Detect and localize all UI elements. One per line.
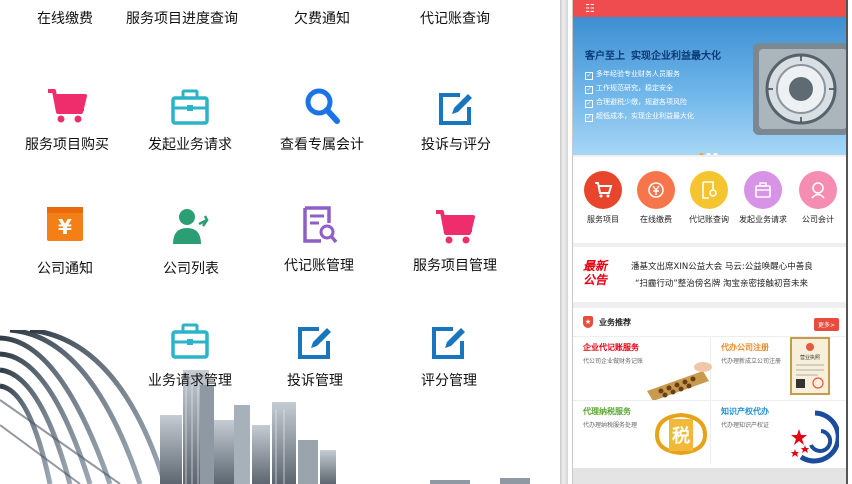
edit-icon — [439, 93, 472, 125]
service-manage-item[interactable]: 服务项目管理 — [390, 203, 520, 278]
service-manage-label: 服务项目管理 — [413, 258, 497, 274]
arrears-notice-item[interactable]: 欠费通知 — [257, 0, 387, 30]
banner-bullet: ✓ 合理避税少缴，规避各项风险 — [585, 98, 687, 108]
check-icon: ✓ — [585, 114, 593, 122]
company-list-label: 公司列表 — [163, 261, 219, 277]
start-request-item[interactable]: 发起业务请求 — [125, 86, 255, 156]
quick-link-accountant[interactable]: 公司会计 — [791, 171, 845, 225]
bookkeeping-manage-item[interactable]: 代记账管理 — [254, 203, 384, 278]
service-progress-item[interactable]: 服务项目进度查询 — [117, 0, 247, 30]
banner-slogan-2: 实现企业利益最大化 — [631, 51, 721, 62]
banner-bullets: ✓ 多年经验专业财务人员服务 ✓ 工作规范研究，稳定安全 ✓ 合理避税少缴，规避各项风… — [585, 67, 694, 123]
dashboard-panel: 在线缴费 服务项目进度查询 欠费通知 代记账查询 服务项目购买 发起业务请求 查… — [0, 0, 560, 484]
briefcase-icon — [171, 89, 209, 125]
business-card-registration[interactable]: 代办公司注册 代办理新成立公司注册 营业执照 — [711, 336, 846, 400]
view-accountant-label: 查看专属会计 — [280, 137, 364, 153]
banner-slogan: 客户至上 实现企业利益最大化 — [585, 47, 721, 62]
business-card-bookkeeping[interactable]: 企业代记账服务 代公司企业做财务记账 — [573, 336, 712, 401]
view-accountant-item[interactable]: 查看专属会计 — [257, 86, 387, 156]
business-license-image: 营业执照 — [790, 337, 830, 395]
service-purchase-label: 服务项目购买 — [25, 137, 109, 153]
arrears-notice-label: 欠费通知 — [294, 11, 350, 27]
quick-link-request[interactable]: 发起业务请求 — [736, 171, 790, 225]
more-button[interactable]: 更多> — [813, 318, 839, 331]
edit-icon — [432, 327, 465, 359]
news-item[interactable]: 潘基文出席XIN公益大会 马云:公益唤醒心中善良 — [631, 260, 813, 272]
medal-icon: ★ — [583, 316, 593, 328]
panel-divider — [560, 0, 568, 484]
yen-refresh-icon — [637, 171, 675, 209]
banner-bullet: ✓ 多年经验专业财务人员服务 — [585, 70, 680, 80]
menu-icon[interactable]: ☷ — [585, 3, 595, 14]
complaint-manage-item[interactable]: 投诉管理 — [250, 320, 380, 390]
business-recommend: ★ 业务推荐 更多> 企业代记账服务 代公司企业做财务记账 代办公司注册 代办理… — [573, 308, 846, 468]
company-notice-label: 公司通知 — [37, 261, 93, 277]
document-search-icon — [303, 206, 338, 244]
request-manage-item[interactable]: 业务请求管理 — [125, 320, 255, 390]
company-list-item[interactable]: 公司列表 — [126, 203, 256, 278]
complaint-rating-label: 投诉与评分 — [421, 137, 491, 153]
service-progress-label: 服务项目进度查询 — [126, 11, 238, 27]
user-share-icon — [173, 209, 209, 244]
promo-banner[interactable]: 客户至上 实现企业利益最大化 ✓ 多年经验专业财务人员服务 ✓ 工作规范研究，稳定安全… — [573, 17, 846, 155]
bookkeeping-manage-label: 代记账管理 — [284, 258, 354, 274]
quick-link-bookkeeping[interactable]: 代记账查询 — [682, 171, 736, 225]
license-title: 营业执照 — [800, 354, 820, 361]
quick-link-service[interactable]: 服务项目 — [576, 171, 630, 225]
request-manage-label: 业务请求管理 — [148, 373, 232, 389]
banner-bullet: ✓ 超低成本，实现企业利益最大化 — [585, 112, 694, 122]
banner-bullet: ✓ 工作规范研究，稳定安全 — [585, 84, 673, 94]
news-ticker: 最新 公告 潘基文出席XIN公益大会 马云:公益唤醒心中善良 “扫霾行动”整治傍… — [573, 247, 846, 302]
mobile-preview: ☷ 客户至上 实现企业利益最大化 ✓ 多年经验专业财务人员服务 ✓ 工作规范研究，稳定… — [572, 0, 848, 484]
complaint-rating-item[interactable]: 投诉与评分 — [391, 86, 521, 156]
search-icon — [305, 88, 340, 124]
banner-slogan-1: 客户至上 — [585, 51, 625, 62]
business-header: ★ 业务推荐 更多> — [573, 308, 846, 336]
start-request-label: 发起业务请求 — [148, 137, 232, 153]
quick-link-payment[interactable]: 在线缴费 — [629, 171, 683, 225]
document-search-icon — [690, 171, 728, 209]
edit-icon — [298, 327, 331, 359]
mobile-footer — [573, 468, 846, 484]
briefcase-icon — [171, 323, 209, 359]
mobile-top-bar: ☷ — [573, 0, 846, 17]
online-payment-label: 在线缴费 — [37, 11, 93, 27]
tax-emblem-char: 税 — [672, 425, 690, 447]
safe-dial-icon — [753, 43, 846, 135]
complaint-manage-label: 投诉管理 — [287, 373, 343, 389]
bookkeeping-query-item[interactable]: 代记账查询 — [390, 0, 520, 30]
cart-icon — [584, 171, 622, 209]
latest-notice-badge: 最新 公告 — [583, 259, 608, 287]
business-card-ip[interactable]: 知识产权代办 代办理知识产权证 — [711, 400, 846, 464]
money-box-icon: ¥ — [47, 207, 83, 241]
rating-manage-item[interactable]: 评分管理 — [384, 320, 514, 390]
business-card-tax[interactable]: 代理纳税服务 代办理纳税服务处理 税 — [573, 400, 711, 464]
abacus-image — [647, 362, 712, 401]
business-title: 业务推荐 — [599, 318, 631, 327]
briefcase-icon — [744, 171, 782, 209]
rating-manage-label: 评分管理 — [421, 373, 477, 389]
check-icon: ✓ — [585, 100, 593, 108]
check-icon: ✓ — [585, 72, 593, 80]
news-item[interactable]: “扫霾行动”整治傍名牌 淘宝亲密接触初音未来 — [635, 277, 808, 289]
carousel-dots[interactable] — [698, 143, 719, 155]
online-payment-item[interactable]: 在线缴费 — [0, 0, 130, 30]
woman-avatar-icon — [799, 171, 837, 209]
shopping-cart-icon — [436, 210, 475, 244]
bookkeeping-query-label: 代记账查询 — [420, 11, 490, 27]
quick-links: 服务项目 在线缴费 代记账查询 发起业务请求 公司会计 — [573, 157, 846, 243]
shopping-cart-icon — [48, 89, 87, 123]
check-icon: ✓ — [585, 86, 593, 94]
service-purchase-item[interactable]: 服务项目购买 — [2, 86, 132, 156]
company-notice-item[interactable]: ¥ 公司通知 — [0, 203, 130, 278]
tax-emblem-image: 税 — [654, 412, 708, 455]
yen-symbol: ¥ — [58, 215, 72, 239]
ip-emblem-image — [791, 410, 839, 464]
